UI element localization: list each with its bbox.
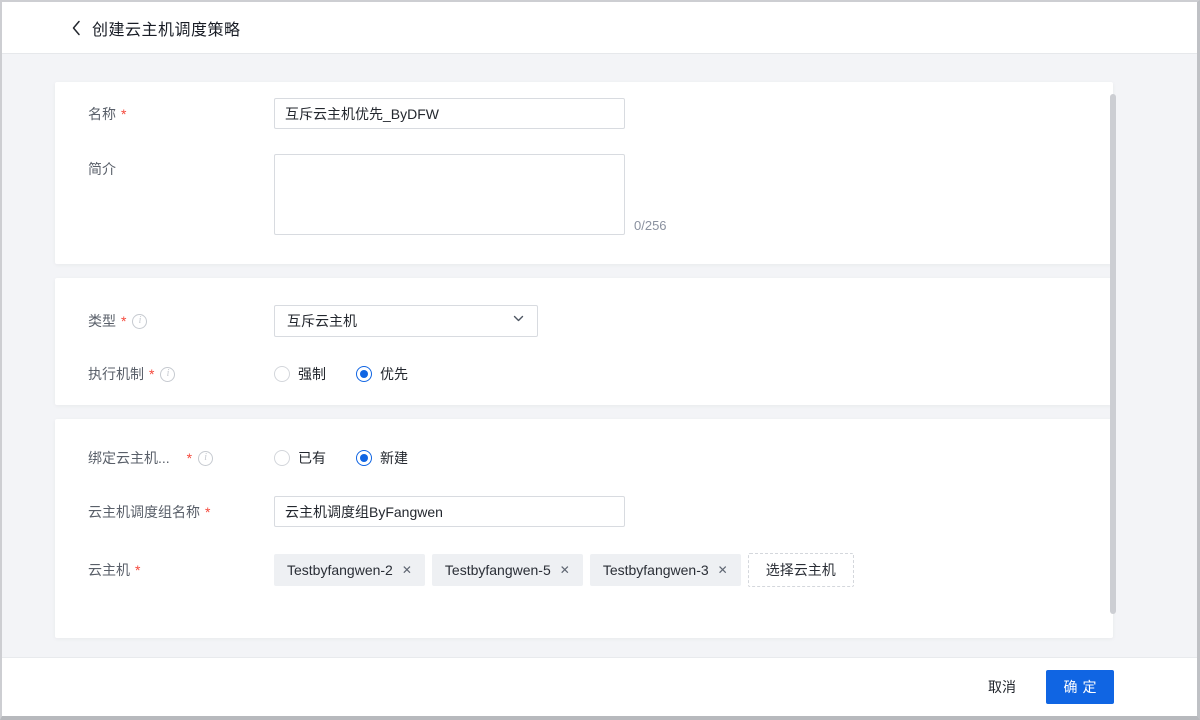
description-label: 简介	[88, 159, 274, 179]
policy-card: 类型 * i 互斥云主机 执行机制 * i	[55, 278, 1113, 405]
page-header: 创建云主机调度策略	[2, 2, 1197, 54]
radio-icon-selected	[356, 450, 372, 466]
host-tag-text: Testbyfangwen-5	[445, 562, 551, 578]
group-name-label-text: 云主机调度组名称	[88, 502, 200, 522]
name-label: 名称 *	[88, 104, 274, 124]
host-tag-text: Testbyfangwen-2	[287, 562, 393, 578]
name-label-text: 名称	[88, 104, 116, 124]
name-input[interactable]	[274, 98, 625, 129]
bind-mode-field-row: 绑定云主机... * i 已有 新建	[88, 448, 1113, 468]
bind-mode-radio-group: 已有 新建	[274, 448, 408, 468]
vertical-scrollbar[interactable]	[1110, 94, 1116, 614]
type-select[interactable]: 互斥云主机	[274, 305, 538, 337]
required-mark: *	[121, 311, 126, 331]
mechanism-label-text: 执行机制	[88, 364, 144, 384]
binding-card: 绑定云主机... * i 已有 新建 云主机调度组	[55, 419, 1113, 638]
group-name-input[interactable]	[274, 496, 625, 527]
group-name-field-row: 云主机调度组名称 *	[88, 496, 1113, 527]
hosts-label: 云主机 *	[88, 560, 274, 580]
required-mark: *	[187, 448, 192, 468]
radio-icon-selected	[356, 366, 372, 382]
bind-mode-label-text: 绑定云主机...	[88, 448, 170, 468]
page-title: 创建云主机调度策略	[92, 16, 241, 40]
info-icon[interactable]: i	[132, 314, 147, 329]
tag-remove-icon[interactable]: ✕	[718, 564, 728, 576]
radio-label: 新建	[380, 448, 408, 468]
hosts-label-text: 云主机	[88, 560, 130, 580]
description-field-row: 简介 0/256	[88, 154, 1113, 235]
confirm-button[interactable]: 确定	[1046, 670, 1114, 704]
required-mark: *	[205, 502, 210, 522]
required-mark: *	[121, 104, 126, 124]
app-window: 创建云主机调度策略 名称 * 简介 0/256	[0, 0, 1200, 720]
form-content: 名称 * 简介 0/256 类型 * i	[2, 54, 1197, 657]
host-tag: Testbyfangwen-5 ✕	[432, 554, 583, 586]
type-field-row: 类型 * i 互斥云主机	[88, 305, 1113, 337]
back-icon[interactable]	[68, 18, 84, 38]
type-select-value: 互斥云主机	[287, 311, 357, 331]
name-field-row: 名称 *	[88, 98, 1113, 129]
chevron-down-icon	[512, 312, 525, 330]
mechanism-label: 执行机制 * i	[88, 364, 274, 384]
description-control: 0/256	[274, 154, 625, 235]
footer-action-bar: 取消 确定	[2, 657, 1197, 716]
radio-label: 强制	[298, 364, 326, 384]
host-tag-text: Testbyfangwen-3	[603, 562, 709, 578]
radio-label: 优先	[380, 364, 408, 384]
info-icon[interactable]: i	[198, 451, 213, 466]
radio-option-new[interactable]: 新建	[356, 448, 408, 468]
radio-icon	[274, 366, 290, 382]
host-tag: Testbyfangwen-3 ✕	[590, 554, 741, 586]
required-mark: *	[135, 560, 140, 580]
basic-info-card: 名称 * 简介 0/256	[55, 82, 1113, 264]
radio-option-existing[interactable]: 已有	[274, 448, 326, 468]
tag-remove-icon[interactable]: ✕	[560, 564, 570, 576]
radio-option-priority[interactable]: 优先	[356, 364, 408, 384]
bind-mode-label: 绑定云主机... * i	[88, 448, 274, 468]
char-counter: 0/256	[634, 218, 667, 233]
type-label-text: 类型	[88, 311, 116, 331]
radio-option-force[interactable]: 强制	[274, 364, 326, 384]
host-tag: Testbyfangwen-2 ✕	[274, 554, 425, 586]
description-label-text: 简介	[88, 159, 116, 179]
group-name-label: 云主机调度组名称 *	[88, 502, 274, 522]
mechanism-radio-group: 强制 优先	[274, 364, 408, 384]
type-label: 类型 * i	[88, 311, 274, 331]
select-hosts-button[interactable]: 选择云主机	[748, 553, 854, 587]
required-mark: *	[149, 364, 154, 384]
radio-label: 已有	[298, 448, 326, 468]
tag-remove-icon[interactable]: ✕	[402, 564, 412, 576]
cancel-button[interactable]: 取消	[986, 671, 1018, 703]
hosts-field-row: 云主机 * Testbyfangwen-2 ✕ Testbyfangwen-5 …	[88, 553, 1113, 587]
host-tag-list: Testbyfangwen-2 ✕ Testbyfangwen-5 ✕ Test…	[274, 553, 854, 587]
mechanism-field-row: 执行机制 * i 强制 优先	[88, 364, 1113, 384]
info-icon[interactable]: i	[160, 367, 175, 382]
description-textarea[interactable]	[274, 154, 625, 235]
radio-icon	[274, 450, 290, 466]
